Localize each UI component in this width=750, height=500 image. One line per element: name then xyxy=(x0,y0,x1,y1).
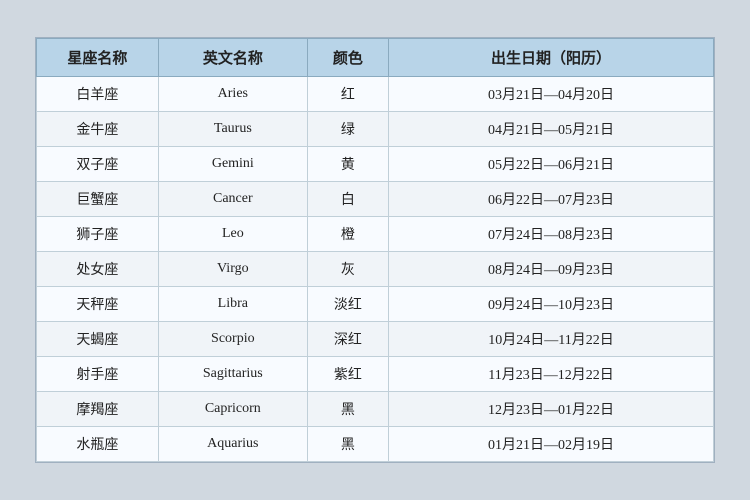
cell-english: Virgo xyxy=(158,252,307,287)
cell-color: 紫红 xyxy=(307,357,388,392)
table-row: 金牛座Taurus绿04月21日—05月21日 xyxy=(37,112,714,147)
cell-date: 03月21日—04月20日 xyxy=(389,77,714,112)
cell-color: 黑 xyxy=(307,427,388,462)
cell-chinese: 摩羯座 xyxy=(37,392,159,427)
cell-chinese: 双子座 xyxy=(37,147,159,182)
cell-color: 黑 xyxy=(307,392,388,427)
cell-color: 黄 xyxy=(307,147,388,182)
cell-date: 09月24日—10月23日 xyxy=(389,287,714,322)
cell-color: 绿 xyxy=(307,112,388,147)
cell-chinese: 巨蟹座 xyxy=(37,182,159,217)
cell-english: Libra xyxy=(158,287,307,322)
cell-date: 01月21日—02月19日 xyxy=(389,427,714,462)
table-row: 射手座Sagittarius紫红11月23日—12月22日 xyxy=(37,357,714,392)
cell-chinese: 水瓶座 xyxy=(37,427,159,462)
cell-english: Sagittarius xyxy=(158,357,307,392)
cell-english: Aries xyxy=(158,77,307,112)
cell-english: Gemini xyxy=(158,147,307,182)
cell-chinese: 处女座 xyxy=(37,252,159,287)
table-header-row: 星座名称 英文名称 颜色 出生日期（阳历） xyxy=(37,39,714,77)
cell-chinese: 天蝎座 xyxy=(37,322,159,357)
cell-color: 橙 xyxy=(307,217,388,252)
cell-color: 红 xyxy=(307,77,388,112)
cell-color: 白 xyxy=(307,182,388,217)
table-row: 巨蟹座Cancer白06月22日—07月23日 xyxy=(37,182,714,217)
cell-color: 灰 xyxy=(307,252,388,287)
cell-color: 淡红 xyxy=(307,287,388,322)
table-row: 天秤座Libra淡红09月24日—10月23日 xyxy=(37,287,714,322)
cell-english: Cancer xyxy=(158,182,307,217)
header-chinese: 星座名称 xyxy=(37,39,159,77)
header-color: 颜色 xyxy=(307,39,388,77)
table-row: 天蝎座Scorpio深红10月24日—11月22日 xyxy=(37,322,714,357)
zodiac-table: 星座名称 英文名称 颜色 出生日期（阳历） 白羊座Aries红03月21日—04… xyxy=(36,38,714,462)
cell-date: 12月23日—01月22日 xyxy=(389,392,714,427)
table-row: 白羊座Aries红03月21日—04月20日 xyxy=(37,77,714,112)
cell-date: 08月24日—09月23日 xyxy=(389,252,714,287)
zodiac-table-container: 星座名称 英文名称 颜色 出生日期（阳历） 白羊座Aries红03月21日—04… xyxy=(35,37,715,463)
cell-chinese: 金牛座 xyxy=(37,112,159,147)
cell-date: 10月24日—11月22日 xyxy=(389,322,714,357)
cell-date: 07月24日—08月23日 xyxy=(389,217,714,252)
cell-date: 06月22日—07月23日 xyxy=(389,182,714,217)
cell-chinese: 白羊座 xyxy=(37,77,159,112)
cell-english: Scorpio xyxy=(158,322,307,357)
header-date: 出生日期（阳历） xyxy=(389,39,714,77)
header-english: 英文名称 xyxy=(158,39,307,77)
cell-date: 05月22日—06月21日 xyxy=(389,147,714,182)
cell-chinese: 射手座 xyxy=(37,357,159,392)
cell-chinese: 狮子座 xyxy=(37,217,159,252)
table-row: 处女座Virgo灰08月24日—09月23日 xyxy=(37,252,714,287)
table-row: 狮子座Leo橙07月24日—08月23日 xyxy=(37,217,714,252)
cell-date: 04月21日—05月21日 xyxy=(389,112,714,147)
cell-english: Capricorn xyxy=(158,392,307,427)
cell-color: 深红 xyxy=(307,322,388,357)
table-row: 双子座Gemini黄05月22日—06月21日 xyxy=(37,147,714,182)
cell-english: Taurus xyxy=(158,112,307,147)
cell-english: Aquarius xyxy=(158,427,307,462)
cell-date: 11月23日—12月22日 xyxy=(389,357,714,392)
cell-chinese: 天秤座 xyxy=(37,287,159,322)
cell-english: Leo xyxy=(158,217,307,252)
table-row: 摩羯座Capricorn黑12月23日—01月22日 xyxy=(37,392,714,427)
table-row: 水瓶座Aquarius黑01月21日—02月19日 xyxy=(37,427,714,462)
